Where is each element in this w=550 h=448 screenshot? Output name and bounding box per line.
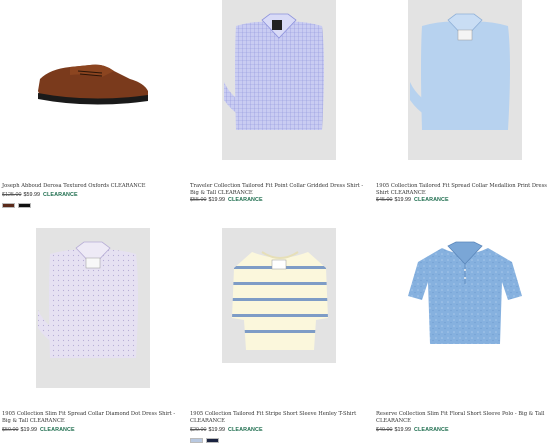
color-swatches (190, 438, 219, 443)
sale-price: $19.99 (208, 427, 226, 433)
color-swatch-light-blue[interactable] (190, 438, 203, 443)
product-price: $45.00 $19.99 CLEARANCE (376, 197, 449, 204)
product-price: $125.00 $59.99 CLEARANCE (2, 192, 78, 199)
sale-price: $19.99 (20, 427, 38, 433)
original-price: $40.00 (376, 427, 393, 433)
clearance-badge: CLEARANCE (414, 427, 449, 433)
product-price: $29.00 $19.99 CLEARANCE (190, 427, 263, 434)
clearance-badge: CLEARANCE (228, 427, 263, 433)
original-price: $125.00 (2, 192, 22, 198)
product-image[interactable] (222, 0, 336, 160)
product-price: $50.00 $19.99 CLEARANCE (2, 427, 75, 434)
original-price: $45.00 (376, 197, 393, 203)
color-swatch-navy[interactable] (206, 438, 219, 443)
product-image[interactable] (30, 25, 155, 135)
product-price: $40.00 $19.99 CLEARANCE (376, 427, 449, 434)
clearance-badge: CLEARANCE (40, 427, 75, 433)
sale-price: $19.99 (394, 197, 412, 203)
product-title[interactable]: Reserve Collection Slim Fit Floral Short… (376, 411, 550, 426)
clearance-badge: CLEARANCE (43, 192, 78, 198)
product-price: $55.00 $19.99 CLEARANCE (190, 197, 263, 204)
sale-price: $19.99 (208, 197, 226, 203)
original-price: $50.00 (2, 427, 19, 433)
product-image[interactable] (404, 240, 526, 350)
product-title[interactable]: 1905 Collection Tailored Fit Stripe Shor… (190, 411, 366, 426)
color-swatch-brown[interactable] (2, 203, 15, 208)
product-image[interactable] (222, 228, 336, 363)
original-price: $29.00 (190, 427, 207, 433)
sale-price: $19.99 (394, 427, 412, 433)
blue-polo-shirt-icon (408, 241, 522, 344)
color-swatches (2, 203, 31, 208)
original-price: $55.00 (190, 197, 207, 203)
color-swatch-black[interactable] (18, 203, 31, 208)
clearance-badge: CLEARANCE (228, 197, 263, 203)
product-image[interactable] (36, 228, 150, 388)
clearance-badge: CLEARANCE (414, 197, 449, 203)
gridded-dress-shirt-icon (224, 13, 324, 130)
product-title[interactable]: 1905 Collection Slim Fit Spread Collar D… (2, 411, 178, 426)
blue-dress-shirt-icon (410, 13, 510, 130)
product-image[interactable] (408, 0, 522, 160)
product-title[interactable]: 1905 Collection Tailored Fit Spread Coll… (376, 183, 550, 198)
brown-oxford-shoe-icon (38, 64, 148, 105)
striped-henley-tshirt-icon (232, 251, 328, 350)
lavender-dress-shirt-icon (38, 241, 138, 358)
sale-price: $59.99 (23, 192, 41, 198)
product-title[interactable]: Traveler Collection Tailored Fit Point C… (190, 183, 366, 198)
product-title[interactable]: Joseph Abboud Derosa Textured Oxfords CL… (2, 183, 178, 190)
